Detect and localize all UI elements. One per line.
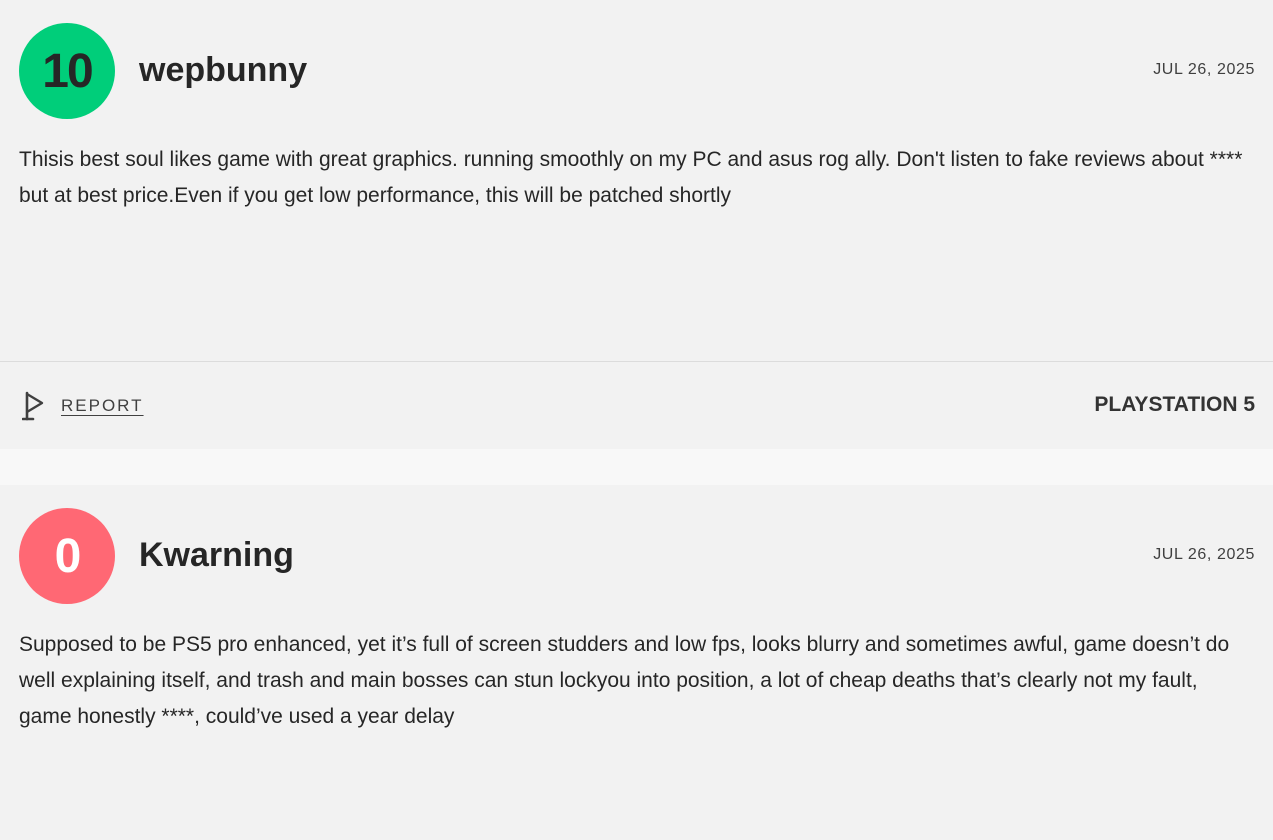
review-text: Supposed to be PS5 pro enhanced, yet it’… [19,633,1230,728]
score-badge: 10 [19,23,115,119]
flag-icon [22,391,44,421]
review-date: JUL 26, 2025 [1153,61,1255,78]
review-card: 0 Kwarning JUL 26, 2025 Supposed to be P… [0,485,1273,840]
report-label[interactable]: REPORT [61,396,144,416]
review-text: Thisis best soul likes game with great g… [19,148,1243,207]
score-badge: 0 [19,508,115,604]
report-button[interactable]: REPORT [22,390,144,422]
reviewer-username[interactable]: wepbunny [139,50,307,90]
reviewer-username[interactable]: Kwarning [139,535,294,575]
platform-label: PLAYSTATION 5 [1094,393,1255,416]
divider [0,361,1273,362]
card-separator [0,449,1273,485]
review-card: 10 wepbunny JUL 26, 2025 Thisis best sou… [0,0,1273,449]
review-date: JUL 26, 2025 [1153,546,1255,563]
